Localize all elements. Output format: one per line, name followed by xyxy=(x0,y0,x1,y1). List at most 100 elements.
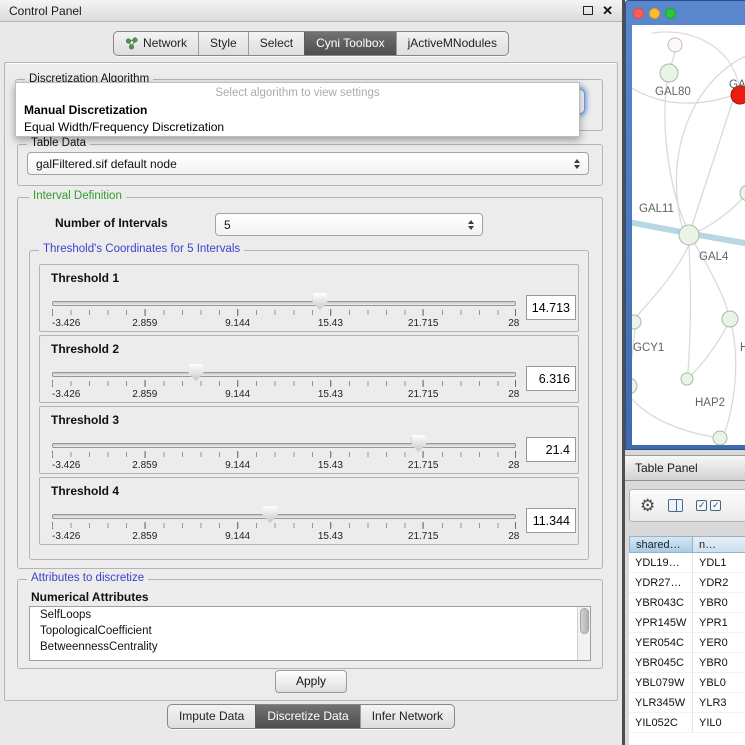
column-header-1[interactable]: shared… xyxy=(629,536,693,553)
select-all-icon[interactable]: ✓ xyxy=(696,500,707,511)
network-edge[interactable] xyxy=(637,245,689,316)
attribute-item-topologicalcoefficient[interactable]: TopologicalCoefficient xyxy=(30,623,590,639)
threshold-value-field[interactable]: 11.344 xyxy=(526,508,576,533)
network-node-green[interactable] xyxy=(632,315,641,329)
network-node-green[interactable] xyxy=(713,431,727,445)
table-panel-header[interactable]: Table Panel xyxy=(625,455,745,481)
table-row[interactable]: YBR045CYBR0 xyxy=(629,653,745,673)
tab-network[interactable]: Network xyxy=(114,32,198,55)
tab-jactivemnodules[interactable]: jActiveMNodules xyxy=(396,32,508,55)
algorithm-option-equal-width-frequency-discretization[interactable]: Equal Width/Frequency Discretization xyxy=(16,119,579,136)
table-row[interactable]: YBR043CYBR0 xyxy=(629,593,745,613)
slider-thumb[interactable] xyxy=(188,364,203,381)
cell-name[interactable]: YPR1 xyxy=(693,613,745,632)
minimize-window-icon[interactable] xyxy=(649,8,660,19)
table-row[interactable]: YDR27…YDR2 xyxy=(629,573,745,593)
network-edge[interactable] xyxy=(688,245,691,373)
bottom-tab-infer-network[interactable]: Infer Network xyxy=(360,705,454,728)
cell-shared-name[interactable]: YBR043C xyxy=(629,593,693,612)
cell-shared-name[interactable]: YPR145W xyxy=(629,613,693,632)
slider-thumb[interactable] xyxy=(411,435,426,452)
bottom-tab-bar: Impute DataDiscretize DataInfer Network xyxy=(0,704,622,729)
slider-thumb[interactable] xyxy=(312,293,327,310)
bottom-tab-discretize-data[interactable]: Discretize Data xyxy=(255,705,359,728)
cell-name[interactable]: YIL0 xyxy=(693,713,745,732)
network-edge[interactable] xyxy=(692,100,733,226)
threshold-slider[interactable]: -3.4262.8599.14415.4321.71528 xyxy=(52,364,516,402)
close-window-icon[interactable] xyxy=(633,8,644,19)
network-node-green[interactable] xyxy=(740,185,745,201)
table-row[interactable]: YDL19…YDL1 xyxy=(629,553,745,573)
cell-shared-name[interactable]: YDR27… xyxy=(629,573,693,592)
table-data-combobox[interactable]: galFiltered.sif default node xyxy=(27,152,589,175)
attribute-item-betweennesscentrality[interactable]: BetweennessCentrality xyxy=(30,639,590,655)
zoom-window-icon[interactable] xyxy=(665,8,676,19)
cell-shared-name[interactable]: YLR345W xyxy=(629,693,693,712)
cell-name[interactable]: YDR2 xyxy=(693,573,745,592)
table-row[interactable]: YIL052CYIL0 xyxy=(629,713,745,733)
threshold-box-4: Threshold 4-3.4262.8599.14415.4321.71528… xyxy=(39,477,579,545)
close-icon[interactable]: ✕ xyxy=(602,4,613,17)
column-header-2[interactable]: n… xyxy=(693,536,745,553)
cell-name[interactable]: YBR0 xyxy=(693,653,745,672)
tab-style[interactable]: Style xyxy=(198,32,248,55)
scale-label: 21.715 xyxy=(408,318,439,329)
network-edge[interactable] xyxy=(725,327,736,432)
table-row[interactable]: YLR345WYLR3 xyxy=(629,693,745,713)
scrollbar-thumb[interactable] xyxy=(580,608,589,634)
tab-label: Style xyxy=(210,36,237,50)
network-node-green[interactable] xyxy=(722,311,738,327)
threshold-slider[interactable]: -3.4262.8599.14415.4321.71528 xyxy=(52,293,516,331)
slider-track[interactable] xyxy=(52,443,516,448)
threshold-value-field[interactable]: 6.316 xyxy=(526,366,576,391)
slider-thumb[interactable] xyxy=(263,506,278,523)
network-node-green[interactable] xyxy=(681,373,693,385)
cell-shared-name[interactable]: YIL052C xyxy=(629,713,693,732)
threshold-slider[interactable]: -3.4262.8599.14415.4321.71528 xyxy=(52,435,516,473)
cell-name[interactable]: YER0 xyxy=(693,633,745,652)
table-row[interactable]: YER054CYER0 xyxy=(629,633,745,653)
float-window-icon[interactable] xyxy=(583,6,593,15)
network-node-green[interactable] xyxy=(632,378,637,394)
window-traffic-lights xyxy=(633,8,676,19)
columns-icon[interactable] xyxy=(668,499,683,512)
algorithm-option-manual-discretization[interactable]: Manual Discretization xyxy=(16,102,579,119)
network-node-plain[interactable] xyxy=(668,38,682,52)
network-edge[interactable] xyxy=(697,199,742,232)
apply-button[interactable]: Apply xyxy=(275,670,347,693)
table-panel-title: Table Panel xyxy=(635,461,698,475)
scrollbar[interactable] xyxy=(577,607,590,660)
table-row[interactable]: YPR145WYPR1 xyxy=(629,613,745,633)
cell-name[interactable]: YDL1 xyxy=(693,553,745,572)
network-edge[interactable] xyxy=(691,326,727,375)
tab-select[interactable]: Select xyxy=(248,32,304,55)
cell-name[interactable]: YBL0 xyxy=(693,673,745,692)
tab-group: Network Style SelectCyni ToolboxjActiveMNo… xyxy=(113,31,509,56)
cell-shared-name[interactable]: YBR045C xyxy=(629,653,693,672)
gear-icon[interactable]: ⚙ xyxy=(640,497,655,514)
cell-name[interactable]: YLR3 xyxy=(693,693,745,712)
threshold-slider[interactable]: -3.4262.8599.14415.4321.71528 xyxy=(52,506,516,544)
network-node-green[interactable] xyxy=(679,225,699,245)
table-row[interactable]: YBL079WYBL0 xyxy=(629,673,745,693)
bottom-tab-impute-data[interactable]: Impute Data xyxy=(168,705,255,728)
cell-shared-name[interactable]: YER054C xyxy=(629,633,693,652)
threshold-value-field[interactable]: 21.4 xyxy=(526,437,576,462)
cell-shared-name[interactable]: YDL19… xyxy=(629,553,693,572)
slider-track[interactable] xyxy=(52,514,516,519)
attribute-item-selfloops[interactable]: SelfLoops xyxy=(30,607,590,623)
slider-track[interactable] xyxy=(52,372,516,377)
slider-track[interactable] xyxy=(52,301,516,306)
cell-shared-name[interactable]: YBL079W xyxy=(629,673,693,692)
network-node-green[interactable] xyxy=(660,64,678,82)
node-label: GAL11 xyxy=(639,203,674,215)
number-of-intervals-combobox[interactable]: 5 xyxy=(215,213,483,236)
network-canvas[interactable]: GAL80GAGAL11GAL4GCY1HHAP2 xyxy=(632,25,745,445)
cell-name[interactable]: YBR0 xyxy=(693,593,745,612)
slider-minor-ticks xyxy=(52,310,516,315)
unselect-all-icon[interactable]: ✓ xyxy=(710,500,721,511)
control-panel-titlebar: Control Panel ✕ xyxy=(0,0,622,22)
scale-label: 9.144 xyxy=(225,531,250,542)
threshold-value-field[interactable]: 14.713 xyxy=(526,295,576,320)
tab-cyni-toolbox[interactable]: Cyni Toolbox xyxy=(304,32,395,55)
